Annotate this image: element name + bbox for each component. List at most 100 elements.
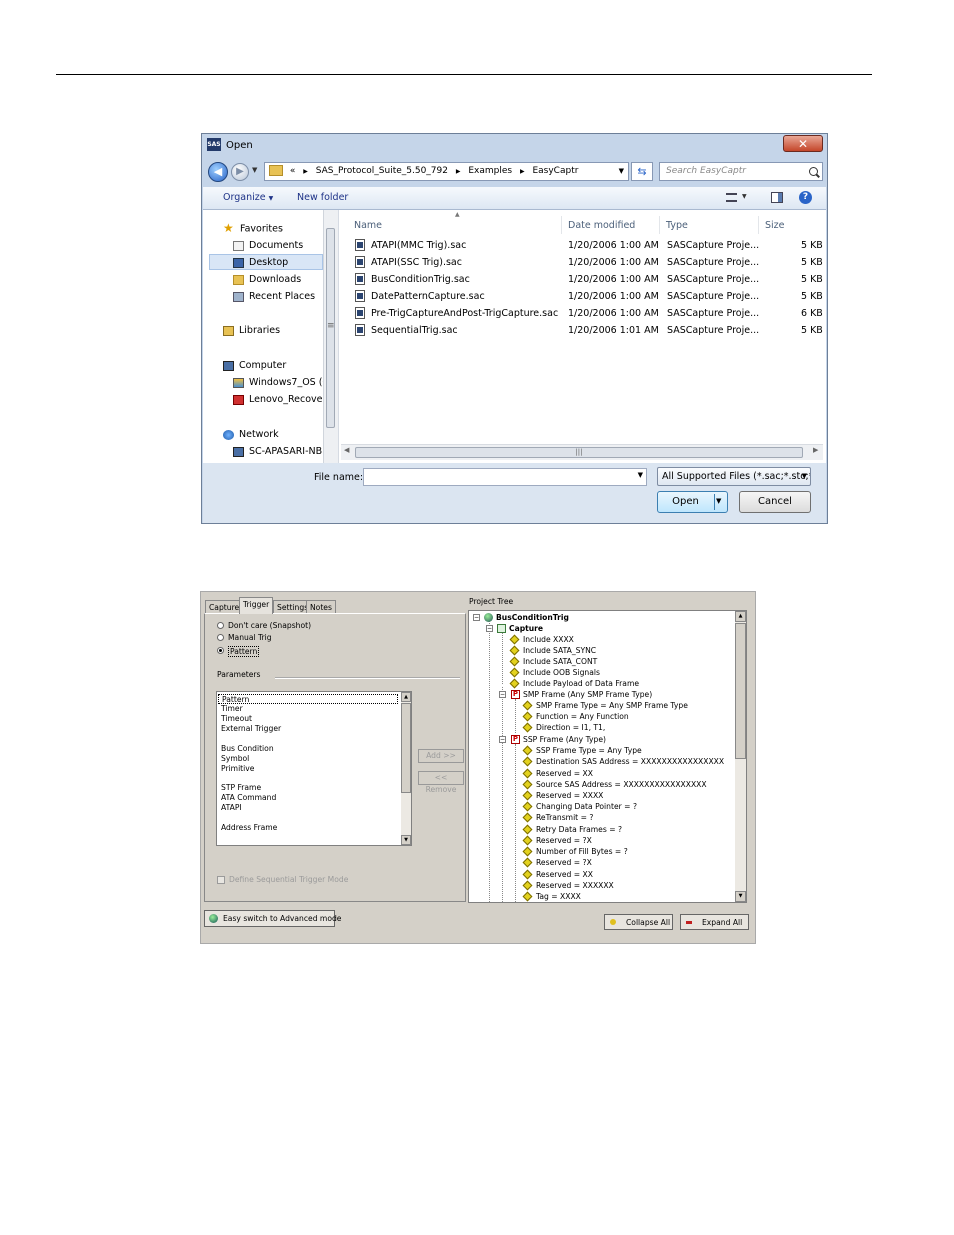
sequential-trigger-checkbox[interactable]	[217, 876, 225, 884]
help-icon[interactable]: ?	[799, 191, 812, 204]
list-item[interactable]: Symbol	[221, 754, 249, 763]
nav-item-computer[interactable]: Computer	[223, 360, 286, 371]
file-name-input[interactable]: ▼	[363, 468, 647, 486]
tab-capture[interactable]: Capture	[205, 600, 244, 613]
preview-pane-icon[interactable]	[771, 192, 783, 203]
chevron-down-icon[interactable]: ▼	[619, 163, 624, 180]
file-row[interactable]: BusConditionTrig.sac 1/20/2006 1:00 AM S…	[351, 271, 823, 288]
scroll-down-icon[interactable]: ▼	[735, 891, 746, 902]
file-row[interactable]: ATAPI(MMC Trig).sac 1/20/2006 1:00 AM SA…	[351, 237, 823, 254]
parameters-listbox[interactable]: Pattern Timer Timeout External Trigger B…	[216, 691, 412, 846]
column-header-name[interactable]: Name	[354, 220, 382, 231]
column-header-size[interactable]: Size	[765, 220, 785, 231]
column-header-date-modified[interactable]: Date modified	[568, 220, 635, 231]
radio-manual-trig[interactable]	[217, 634, 224, 641]
listbox-scrollbar[interactable]: ▲ ▼	[401, 692, 411, 845]
easy-switch-button[interactable]: Easy switch to Advanced mode	[204, 910, 341, 927]
breadcrumb-examples[interactable]: Examples	[468, 166, 512, 176]
scrollbar-thumb[interactable]: |||	[355, 447, 803, 458]
back-button[interactable]: ◀	[208, 162, 228, 182]
radio-manual-trig-label[interactable]: Manual Trig	[228, 633, 272, 642]
drive-icon	[233, 377, 244, 388]
breadcrumb-sas-protocol-suite[interactable]: SAS_Protocol_Suite_5.50_792	[316, 166, 448, 176]
nav-item-documents[interactable]: Documents	[233, 240, 303, 251]
scroll-left-icon[interactable]: ◀	[344, 446, 349, 454]
scroll-up-icon[interactable]: ▲	[401, 692, 411, 702]
tree-scrollbar[interactable]: ▲ ▼	[735, 611, 746, 902]
list-item[interactable]: External Trigger	[221, 724, 281, 733]
scrollbar-thumb[interactable]	[401, 703, 411, 793]
new-folder-button[interactable]: New folder	[297, 192, 348, 203]
cancel-button[interactable]: Cancel	[739, 491, 811, 513]
nav-item-libraries[interactable]: Libraries	[223, 325, 280, 336]
list-item[interactable]: ATA Command	[221, 793, 276, 802]
nav-item-desktop[interactable]: Desktop	[233, 257, 288, 268]
nav-item-favorites[interactable]: ★ Favorites	[223, 222, 283, 235]
scrollbar-thumb[interactable]	[735, 623, 746, 759]
address-bar[interactable]: « ▶ SAS_Protocol_Suite_5.50_792 ▶ Exampl…	[264, 162, 629, 181]
open-button[interactable]: Open ▼	[657, 491, 728, 513]
list-item[interactable]: Pattern	[218, 694, 398, 704]
close-button[interactable]: ✕	[783, 135, 823, 152]
tab-notes[interactable]: Notes	[306, 600, 336, 613]
column-divider[interactable]	[758, 216, 759, 234]
list-item[interactable]: ATAPI	[221, 803, 242, 812]
remove-button[interactable]: << Remove	[418, 771, 464, 794]
collapse-toggle-icon[interactable]: −	[473, 614, 480, 621]
nav-item-lenovo-recovery[interactable]: Lenovo_Recovery	[233, 394, 332, 405]
list-item[interactable]: Timer	[221, 704, 243, 713]
view-options-icon[interactable]	[726, 193, 737, 202]
chevron-down-icon[interactable]: ▼	[716, 497, 721, 505]
list-item[interactable]: Bus Condition	[221, 744, 274, 753]
file-row[interactable]: SequentialTrig.sac 1/20/2006 1:01 AM SAS…	[351, 322, 823, 339]
radio-dont-care-label[interactable]: Don't care (Snapshot)	[228, 621, 311, 630]
nav-item-network[interactable]: Network	[223, 429, 279, 440]
project-tree[interactable]: − BusConditionTrig − Capture Include XXX…	[468, 610, 747, 903]
search-icon[interactable]	[809, 167, 818, 176]
nav-item-recent-places[interactable]: Recent Places	[233, 291, 315, 302]
add-button[interactable]: Add >>	[418, 749, 464, 763]
tree-connector-line	[515, 744, 516, 902]
column-header-type[interactable]: Type	[666, 220, 688, 231]
list-item[interactable]: Primitive	[221, 764, 254, 773]
setting-icon	[509, 645, 520, 656]
file-row[interactable]: DatePatternCapture.sac 1/20/2006 1:00 AM…	[351, 288, 823, 305]
column-divider[interactable]	[561, 216, 562, 234]
scroll-up-icon[interactable]: ▲	[735, 611, 746, 622]
file-type-filter[interactable]: All Supported Files (*.sac;*.stc;* ▼	[657, 467, 811, 486]
setting-icon	[522, 756, 533, 767]
breadcrumb-easycaptr[interactable]: EasyCaptr	[532, 166, 578, 176]
forward-button[interactable]: ▶	[231, 163, 249, 181]
scrollbar-thumb[interactable]	[326, 228, 335, 428]
file-size: 5 KB	[801, 257, 823, 268]
search-input[interactable]: Search EasyCaptr	[659, 162, 823, 181]
address-overflow[interactable]: «	[290, 166, 296, 176]
horizontal-scrollbar[interactable]: ◀ ||| ▶	[341, 444, 823, 460]
collapse-toggle-icon[interactable]: −	[499, 736, 506, 743]
list-item[interactable]: STP Frame	[221, 783, 261, 792]
collapse-toggle-icon[interactable]: −	[499, 691, 506, 698]
file-row[interactable]: Pre-TrigCaptureAndPost-TrigCapture.sac 1…	[351, 305, 823, 322]
expand-all-button[interactable]: Expand All	[680, 914, 749, 930]
recent-locations-dropdown[interactable]: ▼	[252, 166, 257, 174]
collapse-all-button[interactable]: Collapse All	[604, 914, 673, 930]
chevron-down-icon[interactable]: ▼	[638, 471, 643, 479]
tab-trigger[interactable]: Trigger	[239, 597, 274, 614]
list-item[interactable]: Timeout	[221, 714, 252, 723]
nav-item-sc-apasari-nb[interactable]: SC-APASARI-NB	[233, 446, 322, 457]
radio-dont-care[interactable]	[217, 622, 224, 629]
list-item[interactable]: Address Frame	[221, 823, 277, 832]
column-divider[interactable]	[659, 216, 660, 234]
nav-item-downloads[interactable]: Downloads	[233, 274, 301, 285]
organize-button[interactable]: Organize ▼	[223, 192, 273, 203]
radio-pattern[interactable]	[217, 647, 224, 654]
scroll-down-icon[interactable]: ▼	[401, 835, 411, 845]
radio-pattern-label[interactable]: Pattern	[228, 646, 260, 657]
refresh-button[interactable]: ⇆	[631, 162, 653, 181]
scroll-right-icon[interactable]: ▶	[813, 446, 818, 454]
chevron-down-icon[interactable]: ▼	[742, 193, 747, 200]
nav-item-windows7-os[interactable]: Windows7_OS (C	[233, 377, 329, 388]
file-row[interactable]: ATAPI(SSC Trig).sac 1/20/2006 1:00 AM SA…	[351, 254, 823, 271]
collapse-toggle-icon[interactable]: −	[486, 625, 493, 632]
navigation-scrollbar[interactable]	[323, 210, 338, 463]
